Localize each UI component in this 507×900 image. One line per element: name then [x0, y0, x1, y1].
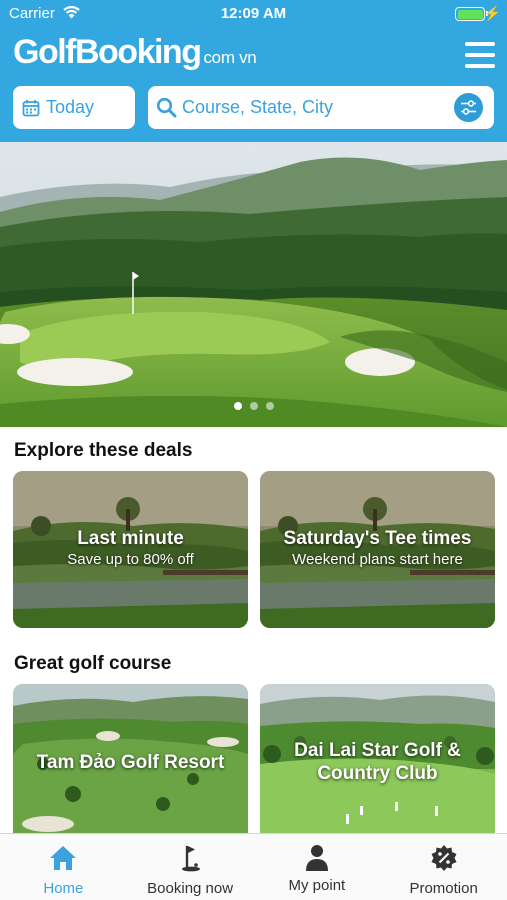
courses-section-title: Great golf course [14, 653, 172, 674]
carousel-dot[interactable] [233, 402, 242, 410]
hero-banner-image[interactable] [0, 142, 507, 427]
tab-booking-now[interactable]: Booking now [127, 834, 254, 900]
deals-section-title: Explore these deals [14, 440, 193, 461]
golf-flag-icon [182, 846, 201, 872]
deal-card-saturday-tee-times[interactable]: Saturday's Tee times Weekend plans start… [260, 471, 495, 628]
date-picker-button[interactable]: Today [13, 86, 135, 129]
charging-icon: ⚡ [483, 5, 501, 21]
tab-promotion[interactable]: Promotion [380, 834, 507, 900]
course-card-tam-dao[interactable]: Tam Đảo Golf Resort [13, 684, 248, 834]
status-bar: Carrier 12:09 AM ⚡ [0, 0, 507, 28]
calendar-icon [22, 99, 40, 116]
bottom-tab-bar: Home Booking now My point Promotion [0, 833, 507, 900]
logo-text: GolfBooking [13, 33, 202, 71]
deal-subtitle: Save up to 80% off [67, 551, 194, 568]
tab-label: Promotion [409, 880, 478, 897]
tab-label: Booking now [147, 880, 234, 897]
status-time: 12:09 AM [220, 5, 287, 22]
deal-card-text: Saturday's Tee times Weekend plans start… [260, 527, 495, 570]
carousel-dot[interactable] [249, 402, 258, 410]
logo-domain: com vn [203, 48, 257, 67]
battery-icon [455, 7, 488, 21]
search-bar [148, 86, 494, 129]
tab-home[interactable]: Home [0, 834, 127, 900]
deal-title: Saturday's Tee times [283, 528, 472, 549]
course-title-line1: Dai Lai Star Golf & [294, 740, 461, 761]
carousel-pagination [0, 402, 507, 410]
deal-card-text: Last minute Save up to 80% off [13, 527, 248, 570]
course-card-dai-lai-star[interactable]: Dai Lai Star Golf & Country Club [260, 684, 495, 834]
deal-card-last-minute[interactable]: Last minute Save up to 80% off [13, 471, 248, 628]
filter-button[interactable] [454, 93, 483, 122]
date-value: Today [46, 97, 95, 117]
app-logo: GolfBooking com vn [13, 32, 257, 72]
golf-course-photo [0, 142, 507, 427]
filter-sliders-icon [461, 100, 476, 115]
deal-title: Last minute [77, 528, 184, 549]
discount-badge-icon [431, 845, 457, 871]
search-input[interactable] [182, 97, 437, 118]
tab-my-point[interactable]: My point [254, 834, 381, 900]
search-icon [156, 97, 177, 118]
deal-subtitle: Weekend plans start here [292, 551, 463, 568]
hamburger-menu-icon[interactable] [465, 42, 495, 68]
carousel-dot[interactable] [265, 402, 274, 410]
app-header: Carrier 12:09 AM ⚡ GolfBooking com vn To… [0, 0, 507, 142]
home-icon [50, 846, 77, 870]
course-card-text: Dai Lai Star Golf & Country Club [260, 739, 495, 785]
person-icon [305, 845, 328, 871]
tab-label: Home [43, 880, 84, 897]
tab-label: My point [288, 877, 346, 894]
course-title: Tam Đảo Golf Resort [36, 752, 225, 773]
course-card-text: Tam Đảo Golf Resort [13, 751, 248, 774]
course-title-line2: Country Club [317, 763, 438, 784]
